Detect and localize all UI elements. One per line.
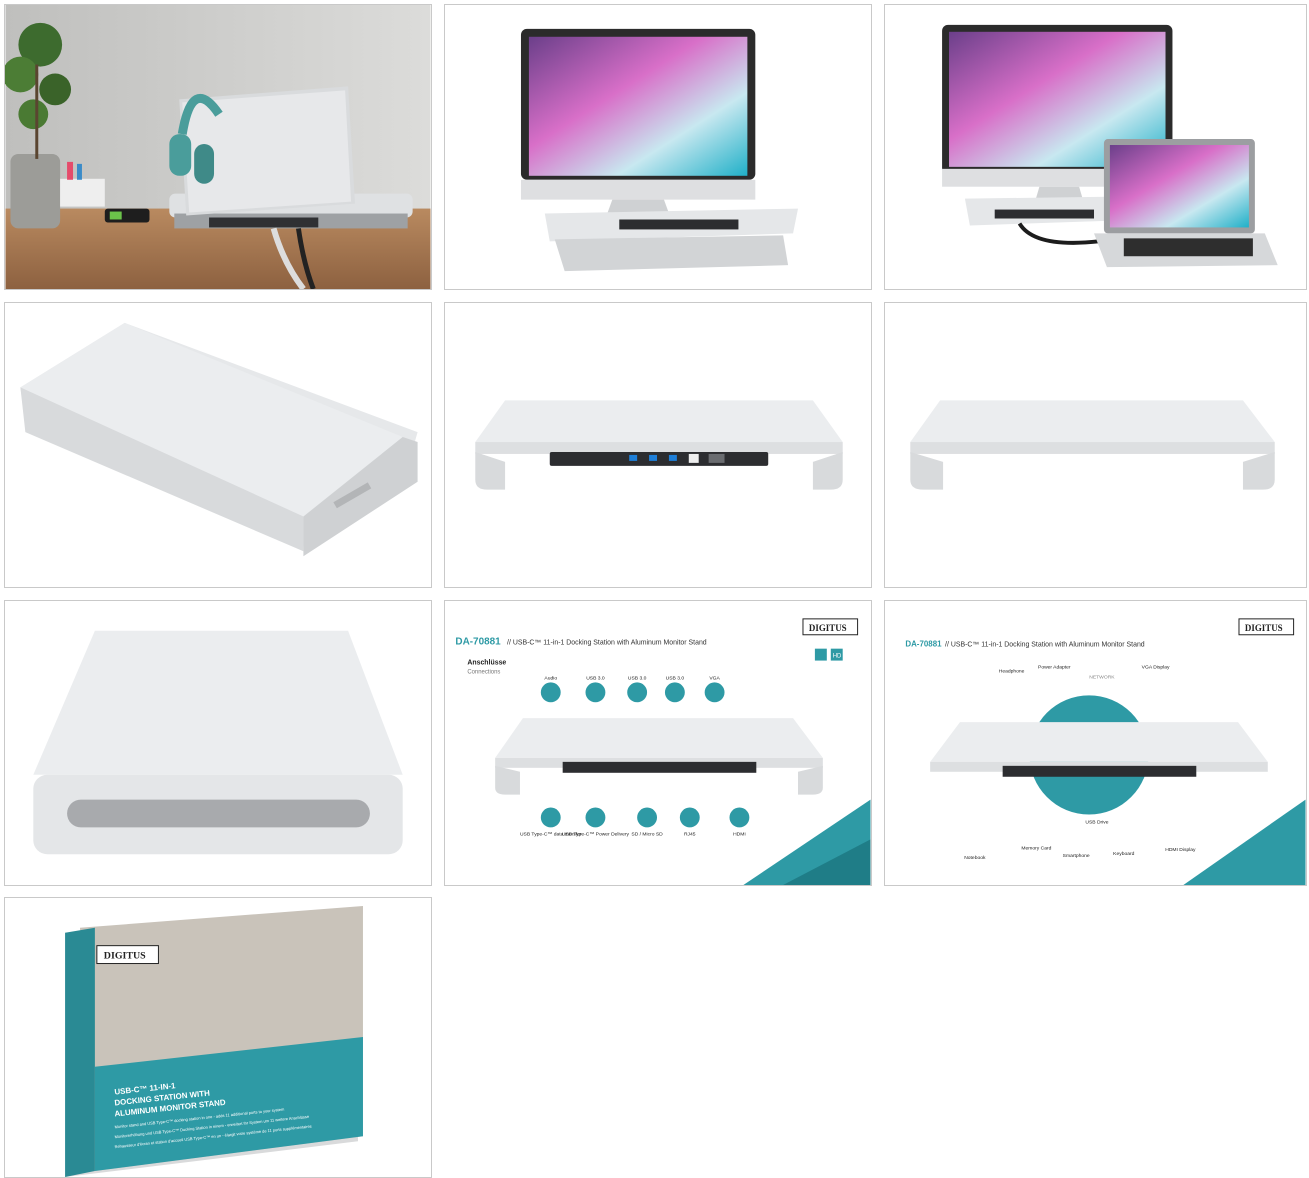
gallery-image-8[interactable]: DA-70881 // USB-C™ 11-in-1 Docking Stati…: [444, 600, 872, 886]
diagram-model-label: DA-70881: [905, 640, 942, 649]
diagram-brand-logo: DIGITUS: [1245, 623, 1283, 633]
device-power-adapter: Power Adapter: [1038, 665, 1071, 671]
device-headphone: Headphone: [999, 668, 1025, 674]
section-de: Anschlüsse: [467, 660, 506, 667]
monitor-laptop-photo: [885, 5, 1306, 289]
device-smartphone: Smartphone: [1063, 853, 1090, 859]
product-box-photo: DIGITUS USB-C™ 11-IN-1 DOCKING STATION W…: [5, 898, 431, 1177]
device-keyboard: Keyboard: [1113, 851, 1134, 857]
stand-ports-photo: [445, 303, 871, 587]
gallery-image-10[interactable]: DIGITUS USB-C™ 11-IN-1 DOCKING STATION W…: [4, 897, 432, 1178]
gallery-image-9[interactable]: DA-70881 // USB-C™ 11-in-1 Docking Stati…: [884, 600, 1307, 886]
port-label-sd: SD / Micro SD: [631, 831, 663, 837]
port-label-usb-1: USB 3.0: [586, 675, 605, 681]
gallery-image-5[interactable]: [444, 302, 872, 588]
gallery-image-1[interactable]: [4, 4, 432, 290]
stand-side-photo: [5, 601, 431, 885]
section-en: Connections: [467, 669, 500, 675]
stand-top-photo: [5, 303, 431, 587]
gallery-image-3[interactable]: [884, 4, 1307, 290]
port-label-usb-2: USB 3.0: [628, 675, 647, 681]
device-usb-drive: USB Drive: [1085, 819, 1108, 825]
port-label-vga: VGA: [709, 675, 720, 681]
diagram-title: // USB-C™ 11-in-1 Docking Station with A…: [945, 642, 1145, 649]
device-network: NETWORK: [1089, 674, 1115, 680]
gallery-image-2[interactable]: [444, 4, 872, 290]
box-brand-logo: DIGITUS: [104, 951, 146, 962]
port-label-hdmi: HDMI: [733, 831, 746, 837]
port-label-usb-3: USB 3.0: [666, 675, 685, 681]
infographic-title: // USB-C™ 11-in-1 Docking Station with A…: [507, 640, 707, 647]
device-memory-card: Memory Card: [1021, 845, 1051, 851]
connections-infographic: DA-70881 // USB-C™ 11-in-1 Docking Stati…: [445, 601, 871, 885]
gallery-image-6[interactable]: [884, 302, 1307, 588]
devices-diagram: DA-70881 // USB-C™ 11-in-1 Docking Stati…: [885, 601, 1306, 885]
port-label-usbc-pd: USB Type-C™ Power Delivery: [562, 831, 630, 837]
port-label-audio: Audio: [544, 675, 557, 681]
lifestyle-photo: [5, 5, 431, 289]
port-label-rj45: RJ45: [684, 831, 696, 837]
hd-badge: HD: [833, 654, 842, 660]
stand-back-photo: [885, 303, 1306, 587]
device-vga-display: VGA Display: [1142, 665, 1170, 671]
gallery-image-7[interactable]: [4, 600, 432, 886]
device-hdmi-display: HDMI Display: [1165, 847, 1196, 853]
gallery-image-4[interactable]: [4, 302, 432, 588]
device-notebook: Notebook: [964, 855, 986, 861]
model-label: DA-70881: [455, 637, 501, 648]
brand-logo: DIGITUS: [809, 623, 847, 633]
monitor-stand-photo: [445, 5, 871, 289]
